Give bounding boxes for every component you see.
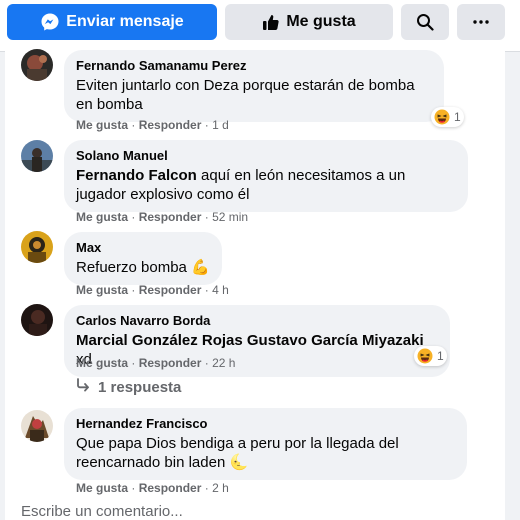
comment-bubble: Solano Manuel Fernando Falcon aquí en le… [64, 140, 468, 212]
comment-author[interactable]: Solano Manuel [76, 148, 456, 164]
comment-text-block: Que papa Dios bendiga a peru por la lleg… [76, 434, 455, 472]
comment-bubble: Hernandez Francisco Que papa Dios bendig… [64, 408, 467, 480]
comment-timestamp[interactable]: 1 d [212, 118, 229, 132]
comment-author[interactable]: Carlos Navarro Borda [76, 313, 438, 329]
comment-bubble: Max Refuerzo bomba 💪 [64, 232, 222, 285]
reply-link[interactable]: Responder [139, 118, 202, 132]
avatar[interactable] [21, 410, 53, 442]
reply-link[interactable]: Responder [139, 210, 202, 224]
reply-arrow-icon [76, 378, 98, 396]
reply-link[interactable]: Responder [139, 356, 202, 370]
like-comment-link[interactable]: Me gusta [76, 481, 128, 495]
comment-actions: Me gusta · Responder · 2 h [76, 481, 229, 495]
more-options-button[interactable] [457, 4, 505, 40]
send-message-label: Enviar mensaje [66, 13, 184, 30]
view-replies-link[interactable]: 1 respuesta [76, 378, 181, 396]
haha-reaction-icon [434, 109, 450, 125]
like-comment-link[interactable]: Me gusta [76, 283, 128, 297]
moon-face-emoji: 🌜 [229, 454, 249, 471]
more-icon [473, 20, 489, 24]
mention-link[interactable]: Fernando Falcon [76, 167, 197, 184]
mention-link[interactable]: Marcial González Rojas Gustavo García Mi… [76, 332, 424, 349]
comment-timestamp[interactable]: 22 h [212, 356, 235, 370]
haha-reaction-icon [417, 348, 433, 364]
comment-text: Refuerzo bomba [76, 259, 187, 276]
reaction-count: 1 [454, 110, 461, 124]
like-page-button[interactable]: Me gusta [225, 4, 393, 40]
reply-link[interactable]: Responder [139, 481, 202, 495]
send-message-button[interactable]: Enviar mensaje [7, 4, 217, 40]
comment-author[interactable]: Hernandez Francisco [76, 416, 455, 432]
comment-actions: Me gusta · Responder · 1 d [76, 118, 229, 132]
avatar[interactable] [21, 49, 53, 81]
like-page-label: Me gusta [286, 13, 356, 30]
thumbs-up-icon [262, 13, 280, 31]
reaction-count: 1 [437, 349, 444, 363]
like-comment-link[interactable]: Me gusta [76, 118, 128, 132]
comment-actions: Me gusta · Responder · 52 min [76, 210, 249, 224]
messenger-icon [40, 12, 60, 32]
comment-timestamp[interactable]: 2 h [212, 481, 229, 495]
comment-author[interactable]: Fernando Samanamu Perez [76, 58, 432, 74]
search-button[interactable] [401, 4, 449, 40]
comment-text: Eviten juntarlo con Deza porque estarán … [76, 77, 415, 113]
reply-link[interactable]: Responder [139, 283, 202, 297]
comment-author[interactable]: Max [76, 240, 210, 256]
comment-timestamp[interactable]: 4 h [212, 283, 229, 297]
flexed-biceps-emoji: 💪 [191, 259, 210, 276]
comment-text-block: Fernando Falcon aquí en león necesitamos… [76, 166, 456, 204]
comment-actions: Me gusta · Responder · 4 h [76, 283, 229, 297]
comment-actions: Me gusta · Responder · 22 h [76, 356, 236, 370]
like-comment-link[interactable]: Me gusta [76, 210, 128, 224]
search-icon [416, 13, 434, 31]
like-comment-link[interactable]: Me gusta [76, 356, 128, 370]
comments-panel: Fernando Samanamu Perez Eviten juntarlo … [5, 44, 505, 520]
reaction-summary[interactable]: 1 [414, 346, 447, 366]
comment-composer-input[interactable]: Escribe un comentario... [21, 503, 183, 520]
comment-timestamp[interactable]: 52 min [212, 210, 248, 224]
avatar[interactable] [21, 304, 53, 336]
replies-count-label: 1 respuesta [98, 378, 182, 396]
comment-bubble: Fernando Samanamu Perez Eviten juntarlo … [64, 50, 444, 122]
reaction-summary[interactable]: 1 [431, 107, 464, 127]
avatar[interactable] [21, 231, 53, 263]
avatar[interactable] [21, 140, 53, 172]
comment-text-block: Refuerzo bomba 💪 [76, 258, 210, 277]
